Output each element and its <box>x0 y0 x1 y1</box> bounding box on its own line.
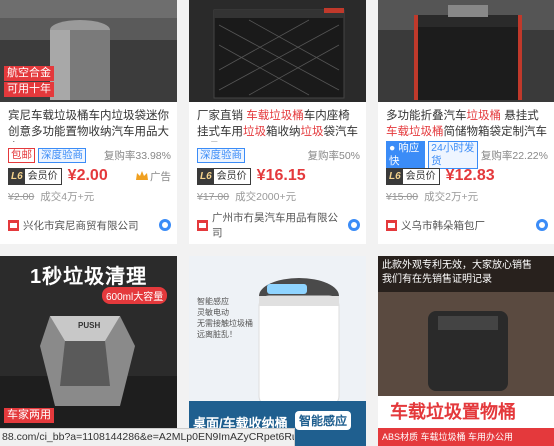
price-sub: ¥15.00 成交2万+元 <box>386 189 548 204</box>
tag-24h-shipping: 24小时发货 <box>428 141 478 169</box>
product-image[interactable] <box>189 0 366 102</box>
ad-text: 广告 <box>150 170 171 183</box>
tag-verified-seller: 深度验商 <box>197 147 245 163</box>
title-text: 箱收纳 <box>266 126 301 138</box>
overlay-notice: 此款外观专利无效，大家放心销售 我们有在先销售证明记录 <box>382 259 532 287</box>
product-grid: 航空合金 可用十年 宾尼车载垃圾桶车内垃圾袋迷你创意多功能置物收纳汽车用品大全 … <box>0 0 554 446</box>
overlay-sub: ABS材质 车载垃圾桶 车用办公用 <box>382 432 514 442</box>
store-name[interactable]: 广州市冇昊汽车用品有限公司 <box>212 210 348 240</box>
overlay-badge: 车家两用 <box>4 408 54 423</box>
feature-item: 无需接触垃圾桶 <box>197 319 253 328</box>
original-price: ¥2.00 <box>8 191 35 203</box>
product-title[interactable]: 宾尼车载垃圾桶车内垃圾袋迷你创意多功能置物收纳汽车用品大全 <box>8 108 171 142</box>
price: ¥12.83 <box>445 167 495 184</box>
sales-volume: 成交2000+元 <box>235 191 297 203</box>
shop-icon <box>8 219 19 231</box>
member-price-label: 会员价 <box>405 170 436 182</box>
repurchase-rate: 复购率22.22% <box>480 149 548 162</box>
keyword-highlight: 垃圾桶 <box>466 110 502 122</box>
product-card[interactable]: 厂家直销 车载垃圾桶车内座椅挂式车用垃圾箱收纳垃圾袋汽车用品 深度验商 复购率5… <box>189 0 366 244</box>
keyword-highlight: 垃圾 <box>243 126 266 138</box>
notice-line: 我们有在先销售证明记录 <box>382 274 492 285</box>
product-tags: ● 响应快 24小时发货 复购率22.22% <box>386 141 548 169</box>
product-image[interactable]: 1秒垃圾清理 600ml大容量 PUSH 车家两用 <box>0 256 177 446</box>
notice-line: 此款外观专利无效，大家放心销售 <box>382 260 532 271</box>
repurchase-rate: 复购率33.98% <box>103 149 171 162</box>
store-name[interactable]: 兴化市宾尼商贸有限公司 <box>23 218 139 233</box>
price-line: L6 会员价 ¥16.15 <box>197 167 360 185</box>
product-image[interactable]: 此款外观专利无效，大家放心销售 我们有在先销售证明记录 车载垃圾置物桶 ABS材… <box>378 256 554 446</box>
feature-item: 智能感应 <box>197 297 229 306</box>
member-badge: L6 会员价 <box>8 167 62 185</box>
sales-volume: 成交2万+元 <box>424 191 479 203</box>
product-card[interactable]: 航空合金 可用十年 宾尼车载垃圾桶车内垃圾袋迷你创意多功能置物收纳汽车用品大全 … <box>0 0 177 244</box>
overlay-title: 1秒垃圾清理 <box>30 266 148 288</box>
original-price: ¥17.00 <box>197 191 230 203</box>
product-title[interactable]: 多功能折叠汽车垃圾桶 悬挂式车载垃圾桶简储物箱袋定制汽车用品 <box>386 108 548 142</box>
status-bar-url: 88.com/ci_bb?a=1108144286&e=A2MLp0EN9ImA… <box>0 428 295 446</box>
product-card[interactable]: 智能感应 灵敏电动 无需接触垃圾桶 远离脏乱！ 桌面/车载收纳桶 智能感应 <box>189 256 366 446</box>
shop-icon <box>386 219 397 231</box>
chat-icon[interactable] <box>159 219 171 231</box>
product-image[interactable]: 智能感应 灵敏电动 无需接触垃圾桶 远离脏乱！ 桌面/车载收纳桶 智能感应 <box>189 256 366 446</box>
title-text: 悬挂式 <box>501 110 539 122</box>
price-sub: ¥2.00 成交4万+元 <box>8 189 171 204</box>
store-line[interactable]: 广州市冇昊汽车用品有限公司 <box>197 212 361 239</box>
price-line: L6 会员价 ¥12.83 <box>386 167 548 185</box>
feature-item: 远离脏乱！ <box>197 330 237 339</box>
price: ¥2.00 <box>67 167 108 184</box>
sales-volume: 成交4万+元 <box>40 191 95 203</box>
member-level: L6 <box>387 168 403 184</box>
feature-item: 灵敏电动 <box>197 308 229 317</box>
member-badge: L6 会员价 <box>197 167 251 185</box>
original-price: ¥15.00 <box>386 191 419 203</box>
price: ¥16.15 <box>256 167 306 184</box>
member-badge: L6 会员价 <box>386 167 440 185</box>
shop-icon <box>197 219 208 231</box>
product-tags: 深度验商 复购率50% <box>197 147 360 163</box>
price-line: L6 会员价 ¥2.00 广告 <box>8 167 171 185</box>
chat-icon[interactable] <box>348 219 361 231</box>
price-sub: ¥17.00 成交2000+元 <box>197 189 360 204</box>
crown-icon <box>136 171 148 180</box>
keyword-highlight: 车载垃圾桶 <box>246 110 304 122</box>
lid-text: PUSH <box>78 321 101 330</box>
product-image[interactable]: 航空合金 可用十年 <box>0 0 177 102</box>
tag-free-shipping: 包邮 <box>8 147 35 163</box>
keyword-highlight: 车载垃圾桶 <box>386 126 444 138</box>
ad-label: 广告 <box>136 169 171 184</box>
repurchase-rate: 复购率50% <box>307 149 360 162</box>
product-card[interactable]: 多功能折叠汽车垃圾桶 悬挂式车载垃圾桶简储物箱袋定制汽车用品 ● 响应快 24小… <box>378 0 554 244</box>
store-name[interactable]: 义乌市韩朵箱包厂 <box>401 218 485 233</box>
title-text: 宾尼车载垃圾桶车内垃圾袋迷你创意多功能置物收纳汽车用品大全 <box>8 110 169 138</box>
product-card[interactable]: 此款外观专利无效，大家放心销售 我们有在先销售证明记录 车载垃圾置物桶 ABS材… <box>378 256 554 446</box>
tag-fast-response: ● 响应快 <box>386 141 426 169</box>
store-line[interactable]: 义乌市韩朵箱包厂 <box>386 218 548 232</box>
overlay-label: 可用十年 <box>4 82 54 97</box>
title-text: 多功能折叠汽车 <box>386 110 467 122</box>
product-tags: 包邮 深度验商 复购率33.98% <box>8 147 171 163</box>
member-level: L6 <box>198 168 214 184</box>
overlay-banner: 车载垃圾置物桶 <box>390 402 516 422</box>
product-title[interactable]: 厂家直销 车载垃圾桶车内座椅挂式车用垃圾箱收纳垃圾袋汽车用品 <box>197 108 360 142</box>
title-text: 厂家直销 <box>197 110 247 122</box>
overlay-capacity: 600ml大容量 <box>102 287 168 304</box>
overlay-label: 航空合金 <box>4 66 54 81</box>
member-price-label: 会员价 <box>216 170 247 182</box>
product-image[interactable] <box>378 0 554 102</box>
chat-icon[interactable] <box>536 219 548 231</box>
member-level: L6 <box>9 168 25 184</box>
keyword-highlight: 垃圾 <box>300 126 324 138</box>
feature-list: 智能感应 灵敏电动 无需接触垃圾桶 远离脏乱！ <box>197 296 253 340</box>
overlay-smart: 智能感应 <box>295 411 352 430</box>
tag-verified-seller: 深度验商 <box>38 147 86 163</box>
product-card[interactable]: 1秒垃圾清理 600ml大容量 PUSH 车家两用 <box>0 256 177 446</box>
member-price-label: 会员价 <box>27 170 58 182</box>
store-line[interactable]: 兴化市宾尼商贸有限公司 <box>8 218 171 232</box>
